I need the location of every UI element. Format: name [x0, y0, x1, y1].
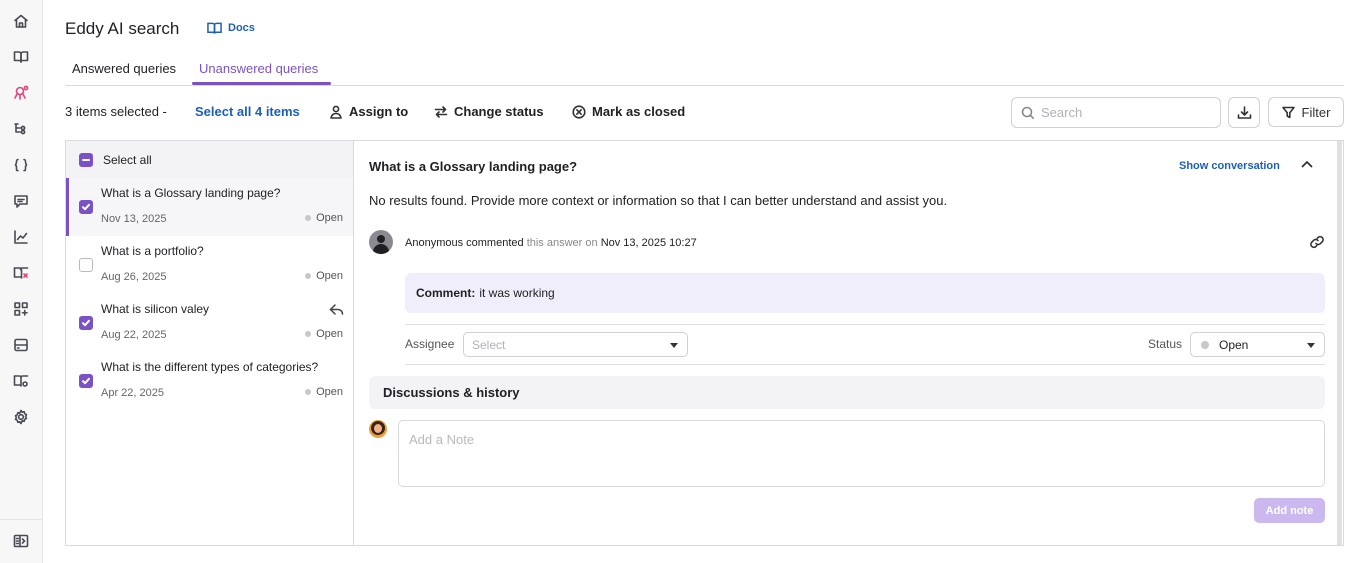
mark-as-closed-button[interactable]: Mark as closed	[572, 104, 685, 119]
item-checkbox[interactable]	[79, 200, 93, 214]
assignee-label: Assignee	[405, 337, 455, 351]
query-tabs: Answered queries Unanswered queries	[65, 56, 1344, 86]
select-all-checkbox[interactable]	[79, 152, 93, 167]
list-item[interactable]: What is the different types of categorie…	[66, 352, 353, 410]
detail-question: What is a Glossary landing page?	[369, 159, 578, 174]
gear-icon[interactable]	[11, 407, 31, 427]
list-item[interactable]: What is a portfolio? Aug 26, 2025 Open	[66, 236, 353, 294]
select-all-items-link[interactable]: Select all 4 items	[195, 104, 300, 119]
list-item[interactable]: What is a Glossary landing page? Nov 13,…	[66, 178, 353, 236]
book-icon	[207, 22, 222, 34]
download-button[interactable]	[1228, 97, 1260, 128]
workflow-icon[interactable]	[11, 119, 31, 139]
status-dot-icon	[1201, 340, 1209, 349]
book-settings-icon[interactable]	[11, 371, 31, 391]
comment-mid-text: this answer on	[526, 237, 598, 249]
chevron-up-icon[interactable]	[1300, 157, 1314, 174]
divider	[405, 324, 1325, 325]
docs-label: Docs	[228, 22, 255, 34]
item-question: What is a Glossary landing page?	[101, 186, 281, 200]
scrollbar[interactable]	[1337, 141, 1342, 545]
item-date: Aug 26, 2025	[101, 271, 167, 283]
status-select[interactable]: Open	[1190, 332, 1325, 357]
add-note-button[interactable]: Add note	[1254, 498, 1325, 523]
list-item[interactable]: What is silicon valey Aug 22, 2025 Open	[66, 294, 353, 352]
search-icon	[1021, 106, 1035, 119]
caret-down-icon	[1307, 343, 1315, 348]
note-input[interactable]	[409, 432, 1314, 472]
status-badge: Open	[305, 270, 343, 282]
item-checkbox[interactable]	[79, 374, 93, 388]
storage-icon[interactable]	[11, 335, 31, 355]
divider	[405, 364, 1325, 365]
item-question: What is a portfolio?	[101, 244, 204, 258]
analytics-icon[interactable]	[11, 227, 31, 247]
assign-to-button[interactable]: Assign to	[329, 104, 408, 119]
page-title: Eddy AI search	[65, 19, 180, 38]
note-box[interactable]	[398, 420, 1325, 487]
status-label: Status	[1148, 337, 1183, 351]
code-braces-icon[interactable]	[11, 155, 31, 175]
user-icon	[330, 105, 342, 119]
link-icon[interactable]	[1309, 235, 1325, 252]
item-checkbox[interactable]	[79, 258, 93, 272]
comment-author: Anonymous commented	[405, 237, 524, 249]
rail-divider	[0, 519, 43, 520]
left-nav-rail	[0, 0, 43, 563]
discussions-history-header[interactable]: Discussions & history	[369, 376, 1325, 409]
item-checkbox[interactable]	[79, 316, 93, 330]
chat-icon[interactable]	[11, 191, 31, 211]
assignee-select[interactable]: Select	[463, 332, 688, 357]
user-avatar	[369, 420, 387, 438]
status-badge: Open	[305, 328, 343, 340]
search-box[interactable]	[1011, 97, 1221, 128]
expand-panel-icon[interactable]	[11, 531, 31, 551]
comment-text: it was working	[479, 286, 555, 300]
anonymous-avatar	[369, 230, 393, 254]
select-all-row[interactable]: Select all	[66, 141, 353, 178]
comment-datetime: Nov 13, 2025 10:27	[600, 237, 697, 249]
query-detail: What is a Glossary landing page? Show co…	[355, 141, 1343, 545]
active-tab-indicator	[192, 82, 331, 85]
item-question: What is the different types of categorie…	[101, 360, 319, 374]
home-icon[interactable]	[11, 11, 31, 31]
select-all-label: Select all	[103, 152, 152, 167]
selected-count: 3 items selected -	[65, 104, 167, 119]
item-question: What is silicon valey	[101, 302, 210, 316]
show-conversation-link[interactable]: Show conversation	[1179, 160, 1280, 172]
change-status-button[interactable]: Change status	[434, 104, 544, 119]
tab-unanswered-queries[interactable]: Unanswered queries	[199, 61, 318, 76]
book-icon[interactable]	[11, 47, 31, 67]
item-date: Apr 22, 2025	[101, 387, 164, 399]
apps-grid-icon[interactable]	[11, 299, 31, 319]
search-input[interactable]	[1041, 105, 1201, 120]
docs-link[interactable]: Docs	[207, 21, 255, 35]
reply-icon	[329, 303, 344, 319]
answer-text: No results found. Provide more context o…	[369, 193, 948, 208]
comment-box: Comment: it was working	[405, 273, 1325, 313]
queries-panel: Select all What is a Glossary landing pa…	[65, 140, 1344, 546]
comment-label: Comment:	[416, 286, 476, 300]
status-value: Open	[1219, 337, 1249, 352]
status-badge: Open	[305, 386, 343, 398]
caret-down-icon	[670, 343, 678, 348]
download-icon	[1237, 106, 1251, 119]
item-date: Aug 22, 2025	[101, 329, 167, 341]
status-badge: Open	[305, 212, 343, 224]
comment-meta: Anonymous commented this answer on Nov 1…	[405, 237, 697, 249]
eddy-ai-icon[interactable]	[11, 83, 31, 103]
assignee-placeholder: Select	[472, 337, 506, 352]
mark-as-closed-label: Mark as closed	[592, 104, 686, 119]
article-review-icon[interactable]	[11, 263, 31, 283]
query-list: Select all What is a Glossary landing pa…	[66, 141, 354, 545]
filter-label: Filter	[1301, 104, 1331, 120]
filter-button[interactable]: Filter	[1268, 97, 1344, 127]
change-status-label: Change status	[454, 104, 544, 119]
assign-to-label: Assign to	[349, 104, 409, 119]
tab-answered-queries[interactable]: Answered queries	[72, 61, 176, 76]
swap-arrows-icon	[434, 105, 448, 118]
close-circle-icon	[572, 104, 586, 119]
item-date: Nov 13, 2025	[101, 213, 167, 225]
filter-icon	[1281, 106, 1295, 118]
